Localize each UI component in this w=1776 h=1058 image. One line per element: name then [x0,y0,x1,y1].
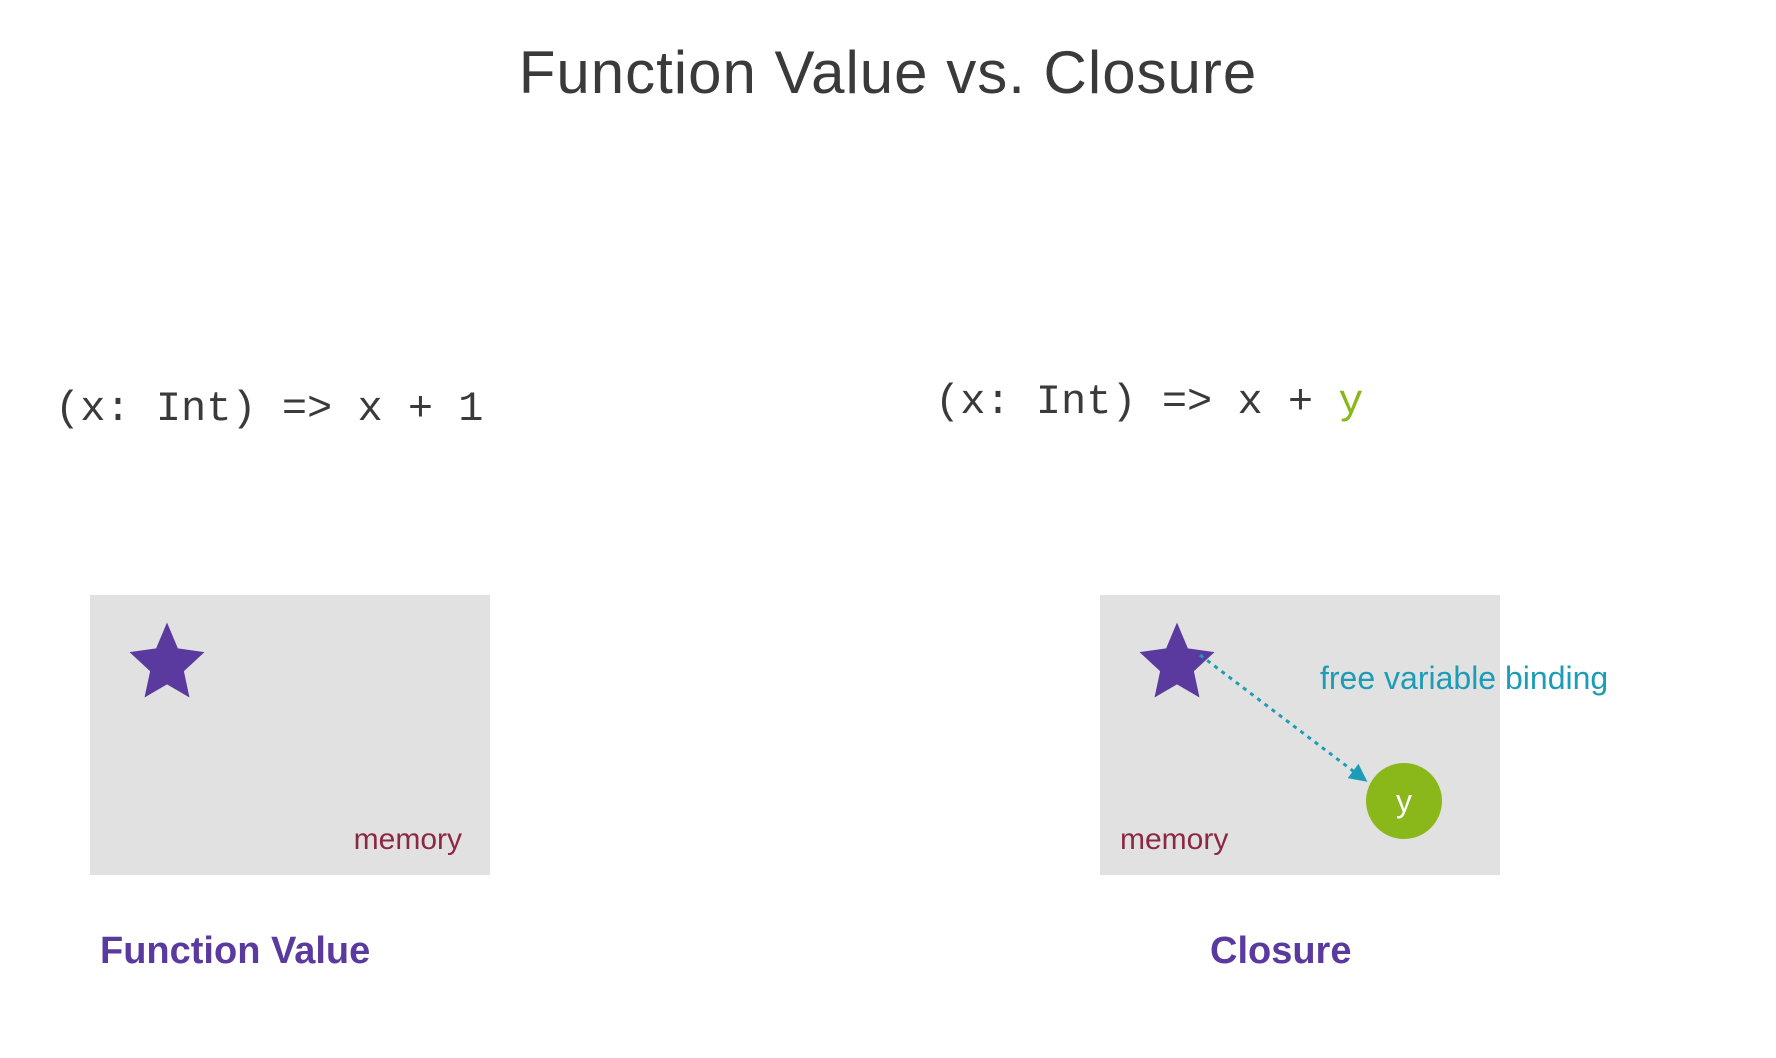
free-variable-circle: y [1366,763,1442,839]
memory-label-left: memory [354,823,462,857]
code-text-right-prefix: (x: Int) => x + [935,378,1338,426]
star-icon [1132,615,1222,705]
star-icon [122,615,212,705]
free-variable-binding-label: free variable binding [1320,660,1608,697]
function-value-code: (x: Int) => x + 1 [55,385,483,433]
code-text-left: (x: Int) => x + 1 [55,385,483,433]
memory-box-function-value: memory [90,595,490,875]
memory-box-closure: y memory [1100,595,1500,875]
memory-label-right: memory [1120,823,1228,857]
closure-code: (x: Int) => x + y [935,378,1363,426]
slide-title: Function Value vs. Closure [0,38,1776,107]
free-variable-name: y [1396,783,1412,820]
caption-function-value: Function Value [100,930,370,973]
caption-closure: Closure [1210,930,1351,973]
code-free-variable: y [1338,378,1363,426]
